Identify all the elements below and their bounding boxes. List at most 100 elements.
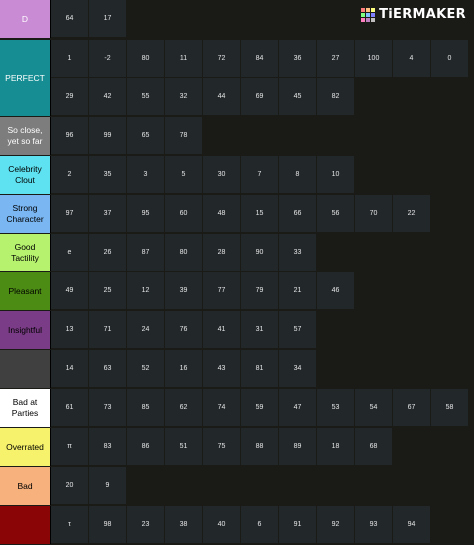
tier-item[interactable]: 83 [89, 428, 126, 465]
tier-item[interactable]: 89 [279, 428, 316, 465]
tier-item[interactable]: 91 [279, 506, 316, 543]
tier-item[interactable]: 100 [355, 40, 392, 77]
tier-item[interactable]: 26 [89, 234, 126, 271]
tier-item[interactable]: 90 [241, 234, 278, 271]
tier-item[interactable]: 38 [165, 506, 202, 543]
tier-item[interactable]: π [51, 428, 88, 465]
tier-label[interactable]: Pleasant [0, 272, 51, 310]
tier-item[interactable]: 34 [279, 350, 316, 387]
tier-item[interactable]: -2 [89, 40, 126, 77]
tier-item[interactable]: 94 [393, 506, 430, 543]
tier-item[interactable]: 14 [51, 350, 88, 387]
tier-item[interactable]: 80 [165, 234, 202, 271]
tier-label[interactable]: Bad at Parties [0, 389, 51, 427]
tier-item[interactable]: 63 [89, 350, 126, 387]
tier-item[interactable]: 47 [279, 389, 316, 426]
tier-item[interactable]: 31 [241, 311, 278, 348]
tier-item[interactable]: 86 [127, 428, 164, 465]
tier-item[interactable]: 81 [241, 350, 278, 387]
tier-item[interactable]: 93 [355, 506, 392, 543]
tier-item[interactable]: 36 [279, 40, 316, 77]
tier-item[interactable]: 5 [165, 156, 202, 193]
tier-item[interactable]: 78 [165, 117, 202, 154]
tier-item[interactable]: 71 [89, 311, 126, 348]
tier-item[interactable]: 73 [89, 389, 126, 426]
tier-item[interactable]: 97 [51, 195, 88, 232]
tier-item[interactable]: 56 [317, 195, 354, 232]
tier-item[interactable]: 37 [89, 195, 126, 232]
tier-item[interactable]: 76 [165, 311, 202, 348]
tier-item[interactable]: 74 [203, 389, 240, 426]
tier-item[interactable]: 77 [203, 272, 240, 309]
tier-item[interactable]: 52 [127, 350, 164, 387]
tier-item[interactable]: 75 [203, 428, 240, 465]
tier-item[interactable]: 79 [241, 272, 278, 309]
tier-item[interactable]: 88 [241, 428, 278, 465]
tier-item[interactable]: 9 [89, 467, 126, 504]
tier-item[interactable]: 69 [241, 78, 278, 115]
tier-item[interactable]: 62 [165, 389, 202, 426]
tier-item[interactable]: 8 [279, 156, 316, 193]
tier-item[interactable]: 6 [241, 506, 278, 543]
tier-item[interactable]: 72 [203, 40, 240, 77]
tier-item[interactable]: 82 [317, 78, 354, 115]
tier-item[interactable]: 0 [431, 40, 468, 77]
tier-item[interactable]: τ [51, 506, 88, 543]
tier-item[interactable]: 41 [203, 311, 240, 348]
tier-item[interactable]: 87 [127, 234, 164, 271]
tier-item[interactable]: 3 [127, 156, 164, 193]
tier-item[interactable]: 44 [203, 78, 240, 115]
tier-item[interactable]: 33 [279, 234, 316, 271]
tier-item[interactable]: 67 [393, 389, 430, 426]
tier-item[interactable]: 58 [431, 389, 468, 426]
tier-item[interactable]: 84 [241, 40, 278, 77]
tier-item[interactable]: 80 [127, 40, 164, 77]
tier-item[interactable]: 22 [393, 195, 430, 232]
tier-item[interactable]: 24 [127, 311, 164, 348]
tier-label[interactable]: Overrated [0, 428, 51, 466]
tier-item[interactable]: 61 [51, 389, 88, 426]
tier-label[interactable]: So close, yet so far [0, 117, 51, 155]
tier-label[interactable]: Bad [0, 467, 51, 505]
tier-label[interactable]: Good Tactility [0, 234, 51, 271]
tier-item[interactable]: 64 [51, 0, 88, 37]
tier-item[interactable]: 48 [203, 195, 240, 232]
tier-label[interactable]: Strong Character [0, 195, 51, 233]
tier-item[interactable]: 32 [165, 78, 202, 115]
tier-item[interactable]: 45 [279, 78, 316, 115]
tier-item[interactable]: 10 [317, 156, 354, 193]
tier-item[interactable]: 85 [127, 389, 164, 426]
tier-label[interactable]: D [0, 0, 51, 38]
tier-item[interactable]: 43 [203, 350, 240, 387]
tier-item[interactable]: 2 [51, 156, 88, 193]
tier-item[interactable]: 16 [165, 350, 202, 387]
tier-item[interactable]: 4 [393, 40, 430, 77]
tier-item[interactable]: 21 [279, 272, 316, 309]
tier-item[interactable]: 27 [317, 40, 354, 77]
tier-item[interactable]: 60 [165, 195, 202, 232]
tier-item[interactable]: 96 [51, 117, 88, 154]
tier-item[interactable]: 25 [89, 272, 126, 309]
tier-item[interactable]: 11 [165, 40, 202, 77]
tier-item[interactable]: 13 [51, 311, 88, 348]
tier-item[interactable]: 99 [89, 117, 126, 154]
tier-item[interactable]: 39 [165, 272, 202, 309]
tier-item[interactable]: 65 [127, 117, 164, 154]
tier-item[interactable]: 46 [317, 272, 354, 309]
tier-item[interactable]: 70 [355, 195, 392, 232]
tier-item[interactable]: 12 [127, 272, 164, 309]
tier-item[interactable]: 68 [355, 428, 392, 465]
tier-item[interactable]: 35 [89, 156, 126, 193]
tier-label[interactable] [0, 350, 51, 388]
tier-item[interactable]: 55 [127, 78, 164, 115]
tier-item[interactable]: 7 [241, 156, 278, 193]
tier-item[interactable]: 18 [317, 428, 354, 465]
tier-item[interactable]: 20 [51, 467, 88, 504]
tier-item[interactable]: 49 [51, 272, 88, 309]
tier-label[interactable]: Celebrity Clout [0, 156, 51, 194]
tier-item[interactable]: 59 [241, 389, 278, 426]
tier-item[interactable]: e [51, 234, 88, 271]
tier-item[interactable]: 30 [203, 156, 240, 193]
tier-item[interactable]: 42 [89, 78, 126, 115]
tier-item[interactable]: 15 [241, 195, 278, 232]
